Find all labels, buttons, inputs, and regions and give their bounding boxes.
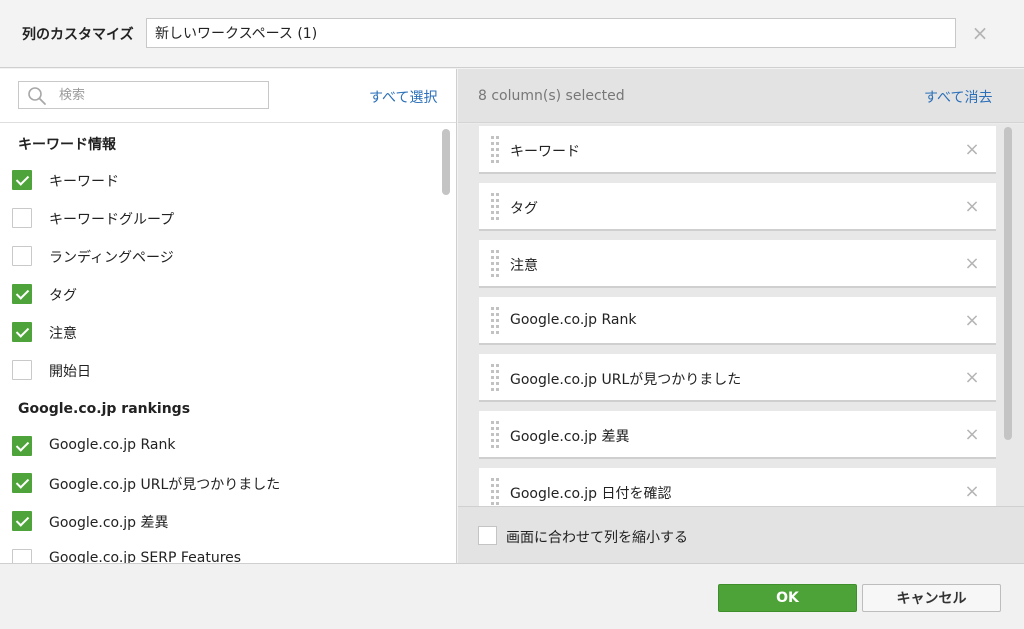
selected-item-label: タグ [510,201,538,217]
selected-columns-toolbar: 8 column(s) selected すべて消去 [458,69,1024,123]
checkbox-unchecked[interactable] [12,246,32,266]
selected-item-google-check-date[interactable]: Google.co.jp 日付を確認 × [479,468,996,506]
drag-handle-icon[interactable] [491,307,501,335]
close-icon[interactable]: × [968,20,992,46]
right-scrollbar-thumb[interactable] [1004,127,1012,440]
dialog-title-label: 列のカスタマイズ [22,27,134,43]
available-columns-toolbar: すべて選択 [0,69,456,123]
option-row-tag[interactable]: タグ [12,282,432,306]
customize-columns-dialog: 列のカスタマイズ × すべて選択 キーワード情報 キーワード キーワードグ [0,0,1024,629]
remove-icon[interactable]: × [960,479,984,505]
option-label: 開始日 [49,364,91,380]
checkbox-checked[interactable] [12,284,32,304]
selected-item-keyword[interactable]: キーワード × [479,126,996,174]
ok-button[interactable]: OK [718,584,857,612]
option-label: Google.co.jp SERP Features [49,550,242,563]
option-label: キーワード [49,174,119,190]
group-header-google-rankings: Google.co.jp rankings [18,401,191,417]
search-icon [28,87,46,105]
left-scrollbar-thumb[interactable] [442,129,450,195]
selected-item-google-rank[interactable]: Google.co.jp Rank × [479,297,996,345]
option-label: キーワードグループ [49,212,175,228]
drag-handle-icon[interactable] [491,421,501,449]
available-columns-panel: すべて選択 キーワード情報 キーワード キーワードグループ ランディングページ … [0,69,457,563]
option-row-google-difference[interactable]: Google.co.jp 差異 [12,509,432,533]
available-columns-list: キーワード情報 キーワード キーワードグループ ランディングページ タグ 注意 [0,124,440,563]
option-row-keyword-group[interactable]: キーワードグループ [12,206,432,230]
dialog-footer: OK キャンセル [0,563,1024,629]
selected-item-tag[interactable]: タグ × [479,183,996,231]
checkbox-checked[interactable] [12,436,32,456]
selected-columns-list: キーワード × タグ × 注意 × Google.co.jp Rank × Go… [458,124,1024,506]
shrink-to-fit-checkbox[interactable] [478,526,497,545]
drag-handle-icon[interactable] [491,136,501,164]
remove-icon[interactable]: × [960,137,984,163]
option-label: Google.co.jp Rank [49,437,176,453]
option-label: タグ [49,288,77,304]
checkbox-unchecked[interactable] [12,549,32,563]
selected-item-label: キーワード [510,144,580,160]
option-label: Google.co.jp 差異 [49,515,169,531]
selected-item-label: Google.co.jp URLが見つかりました [510,372,742,388]
remove-icon[interactable]: × [960,308,984,334]
selected-item-label: Google.co.jp 日付を確認 [510,486,672,502]
checkbox-checked[interactable] [12,322,32,342]
select-all-link[interactable]: すべて選択 [369,87,437,107]
checkbox-checked[interactable] [12,473,32,493]
drag-handle-icon[interactable] [491,478,501,506]
option-row-landing-page[interactable]: ランディングページ [12,244,432,268]
selected-item-notes[interactable]: 注意 × [479,240,996,288]
dialog-header: 列のカスタマイズ × [0,0,1024,68]
selected-item-google-difference[interactable]: Google.co.jp 差異 × [479,411,996,459]
group-header-keyword-info: キーワード情報 [18,137,116,153]
search-box[interactable] [18,81,269,109]
selected-item-label: Google.co.jp Rank [510,312,637,328]
selected-columns-panel: 8 column(s) selected すべて消去 キーワード × タグ × … [458,69,1024,563]
shrink-option-bar: 画面に合わせて列を縮小する [458,506,1024,563]
checkbox-unchecked[interactable] [12,360,32,380]
option-row-google-rank[interactable]: Google.co.jp Rank [12,434,432,458]
option-row-google-serp-features[interactable]: Google.co.jp SERP Features [12,547,432,563]
selected-count-text: 8 column(s) selected [478,88,625,104]
remove-icon[interactable]: × [960,422,984,448]
checkbox-checked[interactable] [12,511,32,531]
remove-icon[interactable]: × [960,365,984,391]
option-row-notes[interactable]: 注意 [12,320,432,344]
option-row-start-date[interactable]: 開始日 [12,358,432,382]
option-label: Google.co.jp URLが見つかりました [49,477,281,493]
search-input[interactable] [59,85,259,105]
drag-handle-icon[interactable] [491,250,501,278]
option-row-keyword[interactable]: キーワード [12,168,432,192]
remove-icon[interactable]: × [960,251,984,277]
selected-item-google-url-found[interactable]: Google.co.jp URLが見つかりました × [479,354,996,402]
remove-icon[interactable]: × [960,194,984,220]
checkbox-unchecked[interactable] [12,208,32,228]
checkbox-checked[interactable] [12,170,32,190]
option-label: ランディングページ [49,250,174,266]
selected-item-label: 注意 [510,258,538,274]
drag-handle-icon[interactable] [491,193,501,221]
option-label: 注意 [49,326,77,342]
shrink-to-fit-label: 画面に合わせて列を縮小する [506,530,688,546]
drag-handle-icon[interactable] [491,364,501,392]
selected-item-label: Google.co.jp 差異 [510,429,630,445]
clear-all-link[interactable]: すべて消去 [924,87,992,107]
workspace-name-input[interactable] [146,18,956,48]
cancel-button[interactable]: キャンセル [862,584,1001,612]
option-row-google-url-found[interactable]: Google.co.jp URLが見つかりました [12,471,432,495]
